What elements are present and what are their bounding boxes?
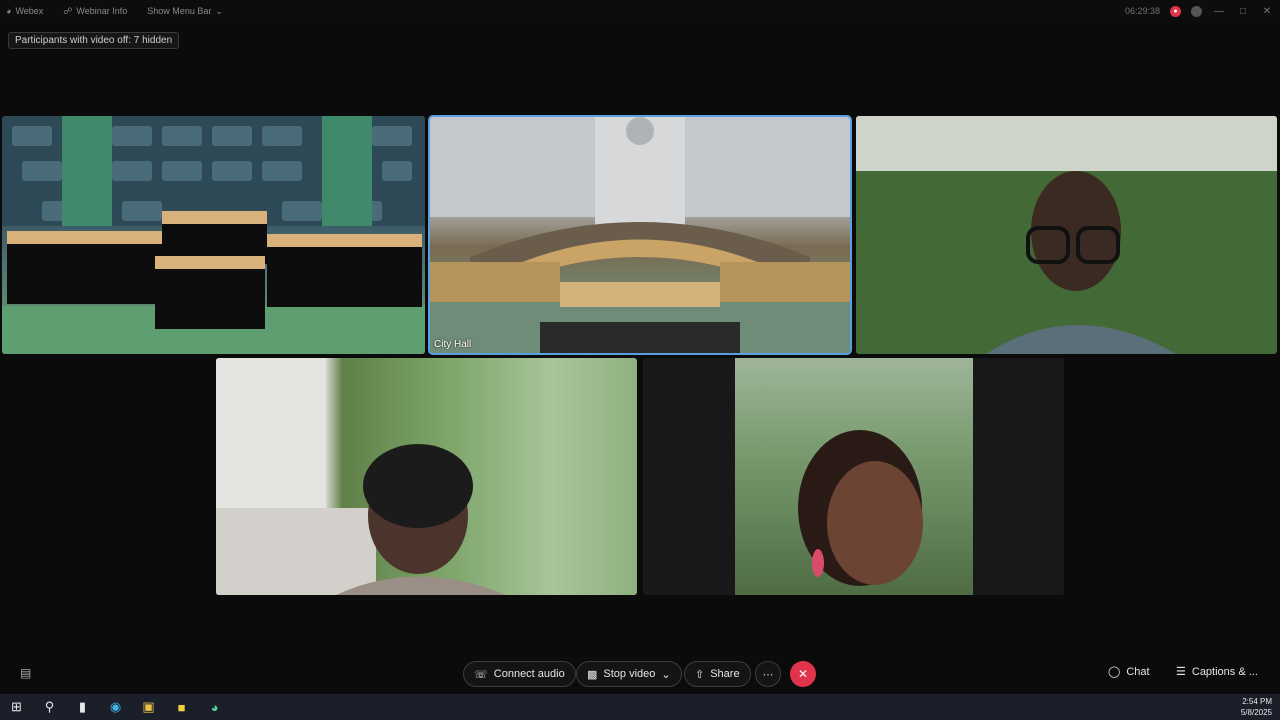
edge-browser-icon[interactable]: ◉ <box>99 694 132 720</box>
more-options-button[interactable]: ⋯ <box>755 661 781 687</box>
video-tile-participant-man[interactable] <box>856 116 1277 354</box>
meeting-controls: ▤ ☏ Connect audio ▩ Stop video ⌄ ⇧ Share… <box>0 656 1280 692</box>
app-name: Webex <box>15 6 44 16</box>
captions-icon: ☰ <box>1176 666 1186 678</box>
minimize-button[interactable]: — <box>1212 6 1226 17</box>
leave-meeting-button[interactable]: ✕ <box>790 661 816 687</box>
participant-man-video <box>856 116 1277 354</box>
file-explorer-icon[interactable]: ▣ <box>132 694 165 720</box>
video-tile-city-hall[interactable]: City Hall <box>428 115 852 355</box>
connect-audio-button[interactable]: ☏ Connect audio <box>463 661 576 687</box>
hidden-participants-chip[interactable]: Participants with video off: 7 hidden <box>8 32 180 49</box>
webex-app-icon[interactable]: ◕ <box>198 694 231 720</box>
phone-icon: ☏ <box>474 668 488 681</box>
stop-video-label: Stop video <box>603 668 656 680</box>
more-icon: ⋯ <box>762 668 774 681</box>
share-icon: ⇧ <box>695 668 705 681</box>
sticky-notes-icon[interactable]: ■ <box>165 694 198 720</box>
status-icon[interactable] <box>1191 5 1202 17</box>
video-tile-participant-woman-2[interactable] <box>643 358 1064 595</box>
shield-icon: ☍ <box>63 5 73 16</box>
captions-label: Captions & ... <box>1191 665 1258 678</box>
participant-woman-2-video <box>735 358 973 595</box>
clock-date: 5/8/2025 <box>1240 708 1272 717</box>
chevron-down-icon: ⌄ <box>215 5 223 16</box>
share-label: Share <box>710 668 740 680</box>
title-bar-right: 06:29:38 ● — □ ✕ <box>1125 0 1274 22</box>
webinar-info-label: Webinar Info <box>76 6 128 16</box>
recording-icon[interactable]: ● <box>1170 5 1181 17</box>
windows-start-icon[interactable]: ⊞ <box>0 694 33 720</box>
chamber-seats-video <box>2 116 425 354</box>
system-clock[interactable]: 2:54 PM 5/8/2025 <box>1241 696 1272 718</box>
camera-icon: ▩ <box>587 668 598 681</box>
stop-video-button[interactable]: ▩ Stop video ⌄ <box>576 661 682 687</box>
close-icon: ✕ <box>797 667 809 681</box>
participant-woman-1-video <box>216 358 506 595</box>
search-icon[interactable]: ⚲ <box>33 694 66 720</box>
meeting-timer: 06:29:38 <box>1124 6 1160 16</box>
share-button[interactable]: ⇧ Share <box>684 661 751 687</box>
app-menu[interactable]: ◕ Webex <box>6 6 43 16</box>
title-bar: ◕ Webex ☍ Webinar Info Show Menu Bar ⌄ 0… <box>0 0 1280 22</box>
file-icon[interactable]: ▮ <box>66 694 99 720</box>
chevron-down-icon: ⌄ <box>661 668 671 681</box>
captions-button[interactable]: ☰ Captions & ... <box>1176 665 1258 679</box>
video-tile-participant-woman-1[interactable] <box>216 358 637 595</box>
layout-icon[interactable]: ▤ <box>20 666 31 680</box>
webex-logo-icon: ◕ <box>6 6 12 16</box>
clock-time: 2:54 PM <box>1242 697 1272 706</box>
chat-button[interactable]: ◯ Chat <box>1108 665 1150 679</box>
windows-taskbar: ⊞ ⚲ ▮ ◉ ▣ ■ ◕ 2:54 PM 5/8/2025 <box>0 694 1280 720</box>
city-hall-video <box>430 117 850 353</box>
tile-label-city-hall: City Hall <box>434 339 472 350</box>
connect-audio-label: Connect audio <box>493 668 565 680</box>
chat-bubble-icon: ◯ <box>1108 666 1121 678</box>
maximize-button[interactable]: □ <box>1236 6 1250 17</box>
show-menu-bar-button[interactable]: Show Menu Bar ⌄ <box>147 6 223 17</box>
webinar-info-button[interactable]: ☍ Webinar Info <box>63 6 127 17</box>
close-button[interactable]: ✕ <box>1260 6 1274 17</box>
chat-label: Chat <box>1126 665 1150 678</box>
show-menu-bar-label: Show Menu Bar <box>147 6 212 16</box>
video-tile-chamber[interactable] <box>2 116 425 354</box>
